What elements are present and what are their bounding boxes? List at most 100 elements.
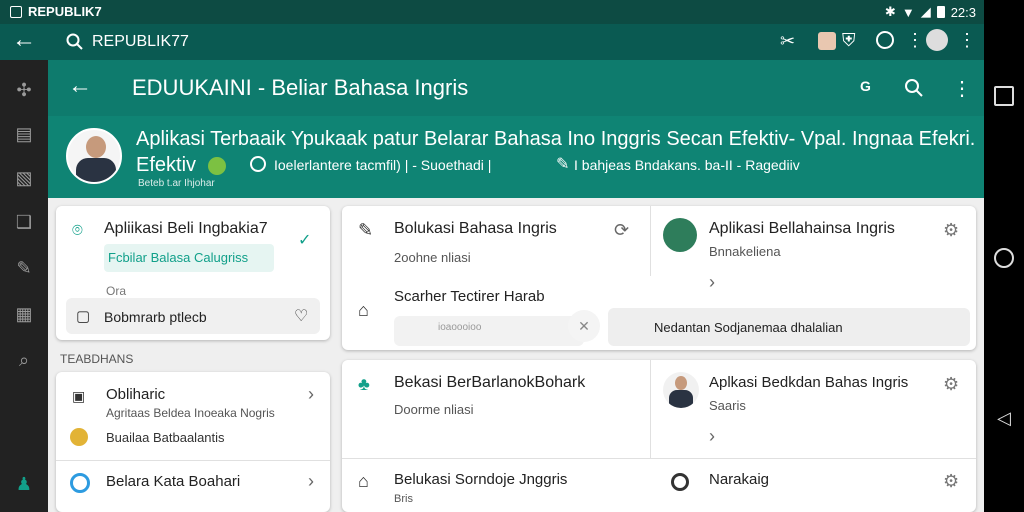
avatar[interactable] (926, 29, 948, 51)
banner-headline-2: Efektiv (136, 154, 197, 176)
system-nav-bar: ◁ (984, 0, 1024, 512)
content-area: ⌾ Apliikasi Beli Ingbakia7 ✓ Fcbilar Bal… (48, 198, 984, 512)
grid-item[interactable]: Aplikasi Bellahainsa Ingris Bnnakeliena … (651, 206, 976, 306)
grid-item-sub: 2oohne nliasi (394, 250, 471, 265)
list-icon[interactable]: ▤ (12, 122, 36, 146)
shield-icon[interactable]: ⛨ (842, 30, 856, 51)
gear-icon[interactable]: ⚙ (943, 374, 959, 395)
action-label: Bobmrarb ptlecb (104, 309, 207, 325)
document-icon: ▢ (76, 308, 91, 325)
edit-icon[interactable]: ✎ (12, 256, 36, 280)
course-card[interactable]: ⌾ Apliikasi Beli Ingbakia7 ✓ Fcbilar Bal… (56, 206, 330, 340)
avatar (663, 372, 699, 408)
card-small: Ora (106, 284, 127, 298)
clock: 22:3 (950, 4, 976, 20)
grid-card: ✎ Bolukasi Bahasa Ingris 2oohne nliasi ⟳… (342, 206, 976, 350)
grid-item-title: Aplikasi Bellahainsa Ingris (709, 220, 895, 237)
grid-item-sub: Bris (394, 493, 413, 505)
chevron-right-icon: › (308, 384, 314, 404)
grid-item-title: Bekasi BerBarlanokBohark (394, 374, 586, 391)
badge-icon (70, 428, 88, 446)
banner-headline: Aplikasi Terbaaik Ypukaak patur Belarar … (136, 128, 976, 150)
info-text: Nedantan Sodjanemaa dhalalian (654, 320, 843, 335)
wifi-icon: ▼ (901, 4, 915, 20)
list-item-sub: Agritaas Beldea Inoeaka Nogris (106, 406, 275, 420)
home-icon: ⌂ (358, 300, 369, 320)
grid-item[interactable]: Narakaig ⚙ (651, 459, 976, 512)
card-action[interactable]: ▢ Bobmrarb ptlecb ♡ (66, 298, 320, 334)
signal-icon: ◢ (920, 4, 931, 19)
book-icon[interactable]: ▧ (12, 166, 36, 190)
avatar (66, 128, 122, 184)
grid-item-title: Narakaig (709, 471, 770, 488)
back-button[interactable]: ◁ (994, 408, 1014, 428)
search-query[interactable]: REPUBLIK77 (92, 33, 189, 51)
book-icon: ▣ (72, 388, 86, 404)
gear-icon[interactable]: ⚙ (943, 220, 959, 241)
sync-icon[interactable]: ⟳ (614, 220, 629, 241)
library-icon[interactable]: ❑ (12, 210, 36, 234)
grid-item[interactable]: ✎ Bolukasi Bahasa Ingris 2oohne nliasi ⟳ (342, 206, 650, 276)
tree-icon: ♣ (358, 374, 370, 394)
list-card: ▣ Obliharic Agritaas Beldea Inoeaka Nogr… (56, 372, 330, 512)
grid-card: ♣ Bekasi BerBarlanokBohark Doorme nliasi… (342, 360, 976, 512)
grid-item[interactable]: Aplkasi Bedkdan Bahas Ingris Saaris › ⚙ (651, 360, 976, 458)
camera-icon (671, 473, 689, 491)
grid-item[interactable]: ⌂ Belukasi Sorndoje Jnggris Bris (342, 459, 650, 512)
home-button[interactable] (994, 248, 1014, 268)
input-hint: ioaoooioo (438, 322, 482, 333)
grid-item-sub: Saaris (709, 398, 746, 413)
chevron-right-icon: › (709, 272, 715, 292)
info-bar: Nedantan Sodjanemaa dhalalian (608, 308, 970, 346)
chevron-right-icon: › (308, 471, 314, 491)
clock-icon (250, 156, 266, 172)
left-rail: ✣ ▤ ▧ ❑ ✎ ▦ ⌕ ♟ (0, 60, 48, 512)
close-icon[interactable]: ✕ (568, 310, 600, 342)
gear-icon[interactable]: ⚙ (943, 471, 959, 492)
app-notification-icon (10, 5, 22, 18)
input-field[interactable]: ioaoooioo (394, 316, 584, 346)
back-arrow-icon[interactable]: ← (12, 28, 36, 52)
heart-icon[interactable]: ♡ (294, 306, 308, 326)
search-bar: ← REPUBLIK77 ✂ ⛨ ⋮ ⋮ (0, 24, 984, 60)
grid-item-title: Bolukasi Bahasa Ingris (394, 220, 557, 237)
checkmark-icon: ✓ (298, 232, 312, 249)
bluetooth-icon: ✱ (884, 4, 896, 19)
tools-icon[interactable]: ✂ (780, 31, 795, 52)
more-vert-icon[interactable]: ⋮ (952, 76, 972, 101)
list-item[interactable]: ▣ Obliharic Agritaas Beldea Inoeaka Nogr… (56, 372, 330, 460)
lock-icon: ⌂ (358, 471, 369, 491)
translate-icon[interactable]: G (860, 78, 871, 94)
refresh-icon[interactable] (876, 31, 894, 49)
pen-icon: ✎ (556, 156, 570, 173)
list-item-title: Belara Kata Boahari (106, 473, 241, 490)
overflow-menu-icon[interactable]: ⋮ (958, 30, 976, 51)
grid-item[interactable]: ♣ Bekasi BerBarlanokBohark Doorme nliasi (342, 360, 650, 458)
grid-item-title: Aplkasi Bedkdan Bahas Ingris (709, 374, 909, 391)
list-item[interactable]: Belara Kata Boahari › (56, 461, 330, 512)
list-item-sub-2: Buailaa Batbaalantis (106, 430, 225, 445)
chevron-right-icon: › (709, 426, 715, 446)
search-icon[interactable]: ⌕ (12, 348, 36, 372)
search-icon[interactable] (904, 78, 924, 98)
grid-item-title: Belukasi Sorndoje Jnggris (394, 471, 568, 488)
section-label: TEABDHANS (60, 352, 134, 366)
back-arrow-icon[interactable]: ← (68, 74, 92, 98)
puzzle-icon[interactable]: ✣ (12, 78, 36, 102)
list-item-title: Obliharic (106, 386, 166, 403)
card-title: Apliikasi Beli Ingbakia7 (104, 220, 268, 237)
verified-icon (208, 157, 226, 175)
card-link[interactable]: Fcbilar Balasa Calugriss (108, 250, 248, 265)
more-vert-icon[interactable]: ⋮ (906, 30, 924, 51)
status-bar: REPUBLIK7 ✱ ▼ ◢ 22:3 (0, 0, 984, 24)
dashboard-icon[interactable]: ▦ (12, 302, 36, 326)
profile-thumb-icon[interactable] (818, 32, 836, 50)
search-icon[interactable] (66, 33, 84, 51)
grid-item-sub: Doorme nliasi (394, 402, 474, 417)
recents-button[interactable] (994, 86, 1014, 106)
pencil-icon: ✎ (358, 220, 374, 240)
course-banner: Aplikasi Terbaaik Ypukaak patur Belarar … (48, 116, 984, 198)
grid-item-sub: Bnnakeliena (709, 244, 781, 259)
battery-icon (936, 6, 945, 18)
person-icon[interactable]: ♟ (12, 472, 36, 496)
